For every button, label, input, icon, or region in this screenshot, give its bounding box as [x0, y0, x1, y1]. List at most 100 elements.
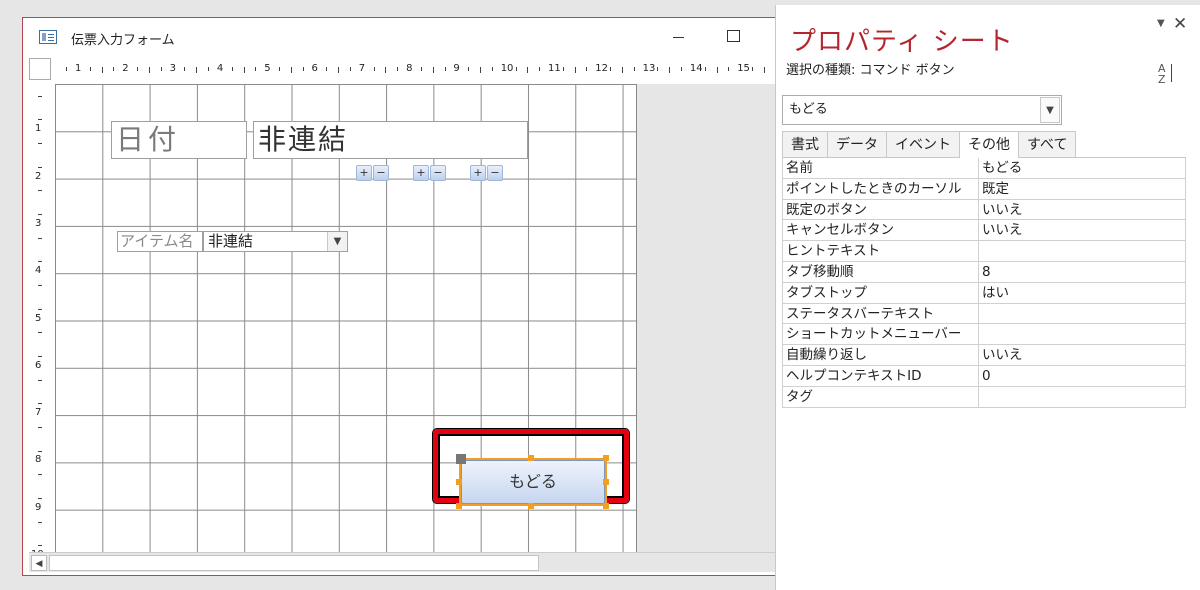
ruler-tick: [38, 545, 42, 547]
resize-handle[interactable]: [528, 455, 534, 461]
ruler-tick: [231, 67, 233, 71]
close-icon[interactable]: ✕: [1173, 14, 1187, 34]
chevron-down-icon[interactable]: ▼: [1157, 18, 1165, 29]
ruler-tick: [302, 67, 304, 71]
property-value[interactable]: いいえ: [979, 200, 1185, 220]
ruler-tick: [562, 67, 564, 71]
resize-handle[interactable]: [603, 503, 609, 509]
property-row[interactable]: ヒントテキスト: [782, 241, 1186, 262]
item-name-label[interactable]: アイテム名: [117, 231, 203, 252]
property-value[interactable]: 0: [979, 366, 1185, 386]
property-row[interactable]: タグ: [782, 386, 1186, 408]
tab-1[interactable]: 書式: [782, 131, 828, 157]
sort-arrow-icon: [1171, 64, 1172, 82]
property-row[interactable]: 自動繰り返し いいえ: [782, 345, 1186, 366]
resize-handle[interactable]: [528, 503, 534, 509]
property-row[interactable]: タブ移動順 8: [782, 261, 1186, 283]
property-value[interactable]: はい: [979, 283, 1185, 303]
property-value[interactable]: 8: [979, 262, 1185, 282]
ruler-corner-selector[interactable]: [29, 58, 51, 80]
ruler-number: 10: [500, 63, 514, 74]
date-textbox[interactable]: 非連結: [253, 121, 528, 159]
chevron-down-icon[interactable]: ▼: [1040, 97, 1060, 123]
property-row[interactable]: ショートカットメニューバー: [782, 324, 1186, 346]
tab-2[interactable]: データ: [827, 131, 887, 157]
form-background-area: [637, 84, 779, 552]
ruler-tick: [255, 67, 257, 71]
chevron-down-icon[interactable]: ▼: [327, 232, 347, 251]
property-row[interactable]: 名前 もどる: [782, 158, 1186, 179]
ruler-tick: [326, 67, 328, 71]
minus-button[interactable]: −: [430, 165, 446, 181]
ruler-tick: [704, 67, 706, 71]
property-row[interactable]: タブストップ はい: [782, 282, 1186, 304]
horizontal-ruler[interactable]: 1 2 3 4 5 6 7 8 9 10 11 12 13 14 15: [55, 58, 777, 80]
date-label[interactable]: 日付: [111, 121, 247, 159]
move-handle[interactable]: [456, 454, 466, 464]
ruler-tick: [38, 497, 42, 499]
property-row[interactable]: ポイントしたときのカーソル 既定: [782, 178, 1186, 200]
property-row[interactable]: ステータスバーテキスト: [782, 303, 1186, 325]
resize-handle[interactable]: [456, 503, 462, 509]
object-selector[interactable]: もどる ▼: [782, 95, 1062, 125]
ruler-tick: [38, 403, 42, 405]
resize-handle[interactable]: [456, 479, 462, 485]
minimize-button[interactable]: [669, 28, 689, 46]
plus-button[interactable]: +: [356, 165, 372, 181]
scroll-left-icon[interactable]: ◀: [31, 555, 47, 571]
ruler-tick: [38, 190, 42, 192]
property-value[interactable]: いいえ: [979, 345, 1185, 365]
property-row[interactable]: キャンセルボタン いいえ: [782, 220, 1186, 242]
resize-handle[interactable]: [603, 479, 609, 485]
tab-4[interactable]: その他: [959, 131, 1019, 158]
ruler-tick: [38, 426, 42, 428]
ruler-tick: [491, 67, 493, 71]
minus-button[interactable]: −: [373, 165, 389, 181]
maximize-button[interactable]: [727, 30, 740, 42]
item-name-combobox[interactable]: 非連結 ▼: [203, 231, 348, 252]
back-command-button[interactable]: もどる: [461, 460, 605, 504]
ruler-tick: [527, 67, 529, 73]
tab-5[interactable]: すべて: [1018, 131, 1077, 157]
ruler-number: 2: [35, 170, 42, 182]
property-value[interactable]: 既定: [979, 179, 1185, 199]
property-value[interactable]: [979, 241, 1185, 261]
ruler-tick: [586, 67, 588, 71]
stepper-pair: + −: [470, 165, 503, 182]
ruler-tick: [444, 67, 446, 71]
ruler-number: 3: [169, 63, 176, 74]
sort-icon[interactable]: A Z: [1158, 63, 1178, 87]
minus-button[interactable]: −: [487, 165, 503, 181]
ruler-tick: [38, 237, 42, 239]
form-title-bar[interactable]: 伝票入力フォーム: [23, 18, 777, 56]
property-value[interactable]: いいえ: [979, 220, 1185, 240]
property-row[interactable]: 既定のボタン いいえ: [782, 199, 1186, 221]
property-value[interactable]: [979, 324, 1185, 344]
ruler-tick: [38, 261, 42, 263]
ruler-number: 3: [35, 217, 42, 229]
ruler-tick: [113, 67, 115, 71]
property-name: ショートカットメニューバー: [783, 324, 979, 345]
resize-handle[interactable]: [603, 455, 609, 461]
property-value[interactable]: [979, 304, 1185, 324]
ruler-tick: [38, 379, 42, 381]
form-design-window: 伝票入力フォーム 1 2 3 4 5 6 7 8 9 10 11 12 13 14 15 123456789…: [22, 17, 779, 576]
horizontal-scrollbar[interactable]: ◀: [29, 552, 777, 572]
ruler-tick: [38, 285, 42, 287]
ruler-tick: [432, 67, 434, 73]
ruler-tick: [208, 67, 210, 71]
plus-button[interactable]: +: [413, 165, 429, 181]
vertical-ruler[interactable]: 12345678910: [29, 84, 51, 552]
ruler-tick: [160, 67, 162, 71]
ruler-tick: [338, 67, 340, 73]
property-name: タブストップ: [783, 282, 979, 303]
property-value[interactable]: [979, 387, 1185, 407]
plus-button[interactable]: +: [470, 165, 486, 181]
ruler-number: 5: [35, 312, 42, 324]
scrollbar-thumb[interactable]: [49, 555, 539, 571]
tab-3[interactable]: イベント: [886, 131, 960, 157]
ruler-tick: [38, 474, 42, 476]
ruler-tick: [539, 67, 541, 71]
property-value[interactable]: もどる: [979, 158, 1185, 178]
property-row[interactable]: ヘルプコンテキストID 0: [782, 365, 1186, 387]
